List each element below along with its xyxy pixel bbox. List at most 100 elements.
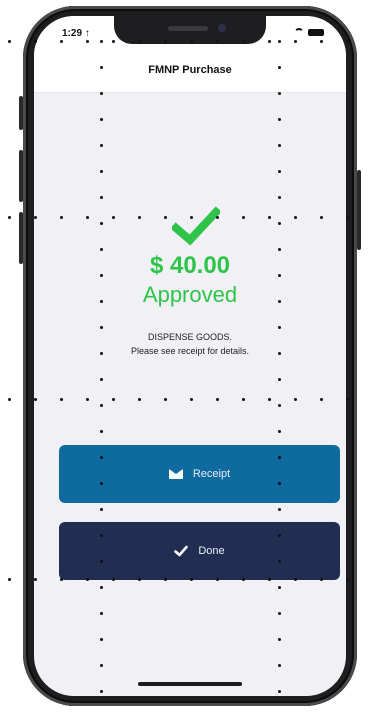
grid-dot — [294, 40, 297, 43]
grid-dot — [190, 40, 193, 43]
grid-dot — [278, 664, 281, 667]
grid-dot — [278, 378, 281, 381]
grid-dot — [164, 398, 167, 401]
grid-dot — [190, 216, 193, 219]
grid-dot — [278, 144, 281, 147]
grid-dot — [278, 118, 281, 121]
checkmark-icon — [172, 206, 220, 246]
grid-dot — [294, 216, 297, 219]
grid-dot — [86, 398, 89, 401]
grid-dot — [100, 274, 103, 277]
grid-dot — [100, 404, 103, 407]
receipt-button[interactable]: Receipt — [59, 445, 340, 503]
grid-dot — [278, 222, 281, 225]
grid-dot — [100, 612, 103, 615]
grid-dot — [164, 578, 167, 581]
grid-dot — [60, 578, 63, 581]
grid-dot — [278, 638, 281, 641]
grid-dot — [8, 398, 11, 401]
grid-dot — [278, 508, 281, 511]
grid-dot — [278, 274, 281, 277]
grid-dot — [34, 578, 37, 581]
grid-dot — [278, 326, 281, 329]
grid-dot — [346, 216, 349, 219]
grid-dot — [86, 578, 89, 581]
grid-dot — [112, 216, 115, 219]
grid-dot — [100, 170, 103, 173]
grid-dot — [34, 40, 37, 43]
grid-dot — [164, 40, 167, 43]
grid-dot — [112, 398, 115, 401]
grid-dot — [100, 144, 103, 147]
grid-dot — [34, 398, 37, 401]
grid-dot — [268, 578, 271, 581]
grid-dot — [100, 300, 103, 303]
grid-dot — [100, 560, 103, 563]
grid-dot — [100, 586, 103, 589]
grid-dot — [216, 578, 219, 581]
grid-dot — [278, 560, 281, 563]
grid-dot — [100, 352, 103, 355]
grid-dot — [112, 578, 115, 581]
grid-dot — [278, 456, 281, 459]
envelope-icon — [168, 469, 183, 479]
grid-dot — [100, 378, 103, 381]
grid-dot — [100, 118, 103, 121]
grid-dot — [242, 398, 245, 401]
status-time: 1:29 ↑ — [62, 28, 90, 39]
grid-dot — [278, 534, 281, 537]
done-button[interactable]: Done — [59, 522, 340, 580]
grid-dot — [278, 170, 281, 173]
grid-dot — [100, 196, 103, 199]
grid-dot — [138, 578, 141, 581]
grid-dot — [100, 248, 103, 251]
receipt-hint-message: Please see receipt for details. — [130, 346, 250, 356]
grid-dot — [346, 40, 349, 43]
grid-dot — [216, 216, 219, 219]
wifi-icon — [294, 28, 304, 36]
grid-dot — [346, 578, 349, 581]
grid-dot — [60, 398, 63, 401]
speaker-grille — [168, 26, 208, 31]
grid-dot — [320, 578, 323, 581]
grid-dot — [100, 638, 103, 641]
grid-dot — [278, 404, 281, 407]
battery-icon — [308, 28, 324, 36]
power-button — [357, 170, 361, 250]
grid-dot — [34, 216, 37, 219]
grid-dot — [112, 40, 115, 43]
grid-dot — [100, 430, 103, 433]
grid-dot — [100, 40, 103, 43]
grid-dot — [100, 66, 103, 69]
grid-dot — [278, 430, 281, 433]
grid-dot — [216, 398, 219, 401]
grid-dot — [242, 40, 245, 43]
canvas: 1:29 ↑ FMNP Purchase $ 40.00 Approved DI… — [0, 0, 370, 712]
transaction-amount: $ 40.00 — [149, 252, 231, 279]
grid-dot — [278, 92, 281, 95]
grid-dot — [86, 216, 89, 219]
grid-dot — [278, 352, 281, 355]
done-button-label: Done — [198, 545, 225, 557]
grid-dot — [278, 300, 281, 303]
grid-dot — [138, 398, 141, 401]
grid-dot — [100, 508, 103, 511]
receipt-button-label: Receipt — [192, 468, 231, 480]
grid-dot — [320, 216, 323, 219]
grid-dot — [268, 398, 271, 401]
page-title: FMNP Purchase — [148, 64, 232, 76]
grid-dot — [346, 398, 349, 401]
navigation-bar: FMNP Purchase — [34, 52, 346, 93]
grid-dot — [278, 690, 281, 693]
grid-dot — [100, 326, 103, 329]
grid-dot — [242, 216, 245, 219]
grid-dot — [100, 92, 103, 95]
grid-dot — [216, 40, 219, 43]
grid-dot — [100, 222, 103, 225]
grid-dot — [278, 66, 281, 69]
screen: 1:29 ↑ FMNP Purchase $ 40.00 Approved DI… — [34, 16, 346, 696]
status-indicators — [294, 28, 324, 36]
home-indicator — [138, 682, 242, 686]
grid-dot — [86, 40, 89, 43]
grid-dot — [268, 216, 271, 219]
